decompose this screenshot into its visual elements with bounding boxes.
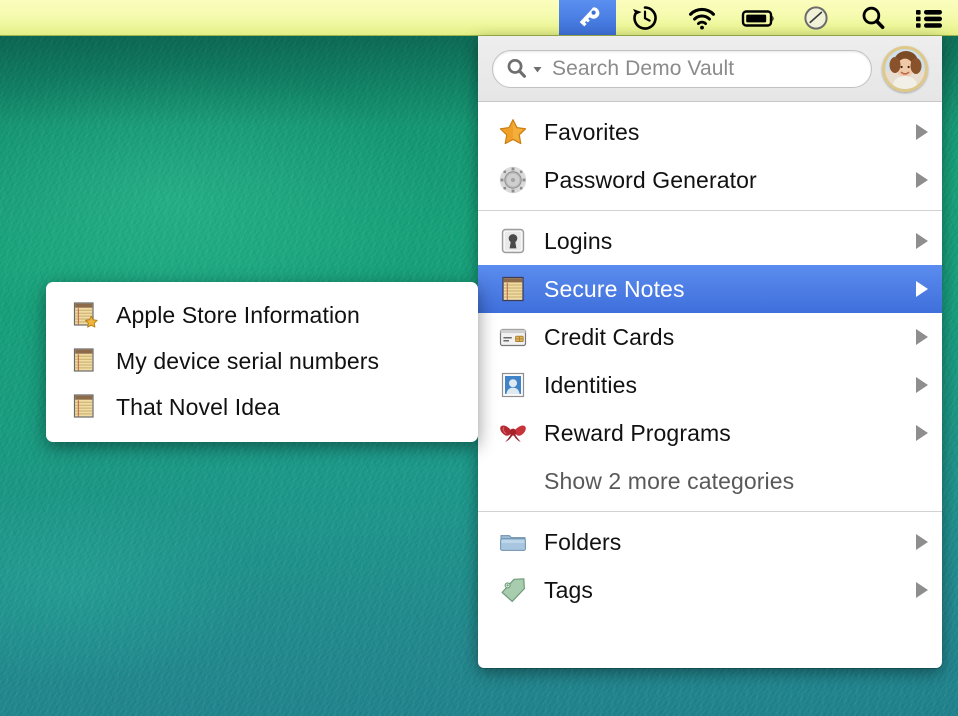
menu-item-show-more-categories[interactable]: Show 2 more categories [478,457,942,505]
menu-group-top: Favorites [478,102,942,210]
battery-icon [741,3,777,33]
menu-item-credit-cards[interactable]: Credit Cards [478,313,942,361]
credit-card-icon [496,322,530,352]
chevron-right-icon [916,425,928,441]
spotlight-search-icon [858,3,888,33]
clock-dial-icon [801,3,831,33]
time-machine-icon [630,3,660,33]
onepassword-menu-panel: Search Demo Vault [478,36,942,668]
menubar-item-notification-center[interactable] [901,0,958,35]
folder-icon [496,527,530,557]
submenu-item-label: My device serial numbers [116,348,379,375]
onepassword-key-icon [573,3,603,33]
menu-item-favorites[interactable]: Favorites [478,108,942,156]
menu-item-label: Show 2 more categories [544,468,928,495]
chevron-right-icon [916,172,928,188]
search-input[interactable]: Search Demo Vault [492,50,872,88]
user-avatar-photo [885,49,925,89]
chevron-right-icon [916,377,928,393]
avatar[interactable] [882,46,928,92]
menu-item-identities[interactable]: Identities [478,361,942,409]
menu-item-label: Logins [544,228,916,255]
chevron-right-icon [916,281,928,297]
menu-item-label: Identities [544,372,916,399]
menu-item-label: Folders [544,529,916,556]
notepad-icon [68,300,102,330]
star-icon [496,117,530,147]
notepad-icon [68,392,102,422]
lock-keyhole-icon [496,226,530,256]
menu-group-organizers: Folders Tags [478,512,942,620]
chevron-right-icon [916,582,928,598]
secure-notes-submenu: Apple Store Information My device serial… [46,282,478,442]
wifi-icon [687,3,717,33]
menubar-item-time-machine[interactable] [616,0,673,35]
menubar-item-1password[interactable] [559,0,616,35]
notification-center-icon [913,3,947,33]
search-bar: Search Demo Vault [478,36,942,102]
chevron-right-icon [916,534,928,550]
menu-item-reward-programs[interactable]: Reward Programs [478,409,942,457]
menubar-item-battery[interactable] [730,0,787,35]
search-placeholder: Search Demo Vault [552,57,734,81]
menu-item-label: Favorites [544,119,916,146]
search-icon [505,56,531,82]
chevron-right-icon [916,233,928,249]
notepad-icon [68,346,102,376]
menu-item-tags[interactable]: Tags [478,566,942,614]
menu-item-label: Password Generator [544,167,916,194]
identity-badge-icon [496,370,530,400]
menu-bar [0,0,958,36]
menu-group-categories: Logins Secure Notes [478,211,942,511]
menubar-item-clock[interactable] [787,0,844,35]
menubar-item-wifi[interactable] [673,0,730,35]
menubar-item-spotlight[interactable] [844,0,901,35]
notepad-icon [496,274,530,304]
submenu-item-label: That Novel Idea [116,394,280,421]
chevron-down-icon[interactable] [532,56,543,82]
menu-item-label: Reward Programs [544,420,916,447]
menu-item-password-generator[interactable]: Password Generator [478,156,942,204]
submenu-item-label: Apple Store Information [116,302,360,329]
menu-item-label: Credit Cards [544,324,916,351]
menu-item-secure-notes[interactable]: Secure Notes [478,265,942,313]
dial-icon [496,165,530,195]
submenu-item-my-device-serial-numbers[interactable]: My device serial numbers [46,338,478,384]
submenu-item-apple-store-information[interactable]: Apple Store Information [46,292,478,338]
menu-item-label: Secure Notes [544,276,916,303]
ribbon-bow-icon [496,418,530,448]
tag-icon [496,575,530,605]
menu-item-logins[interactable]: Logins [478,217,942,265]
submenu-item-that-novel-idea[interactable]: That Novel Idea [46,384,478,430]
menu-item-folders[interactable]: Folders [478,518,942,566]
chevron-right-icon [916,329,928,345]
chevron-right-icon [916,124,928,140]
menu-item-label: Tags [544,577,916,604]
